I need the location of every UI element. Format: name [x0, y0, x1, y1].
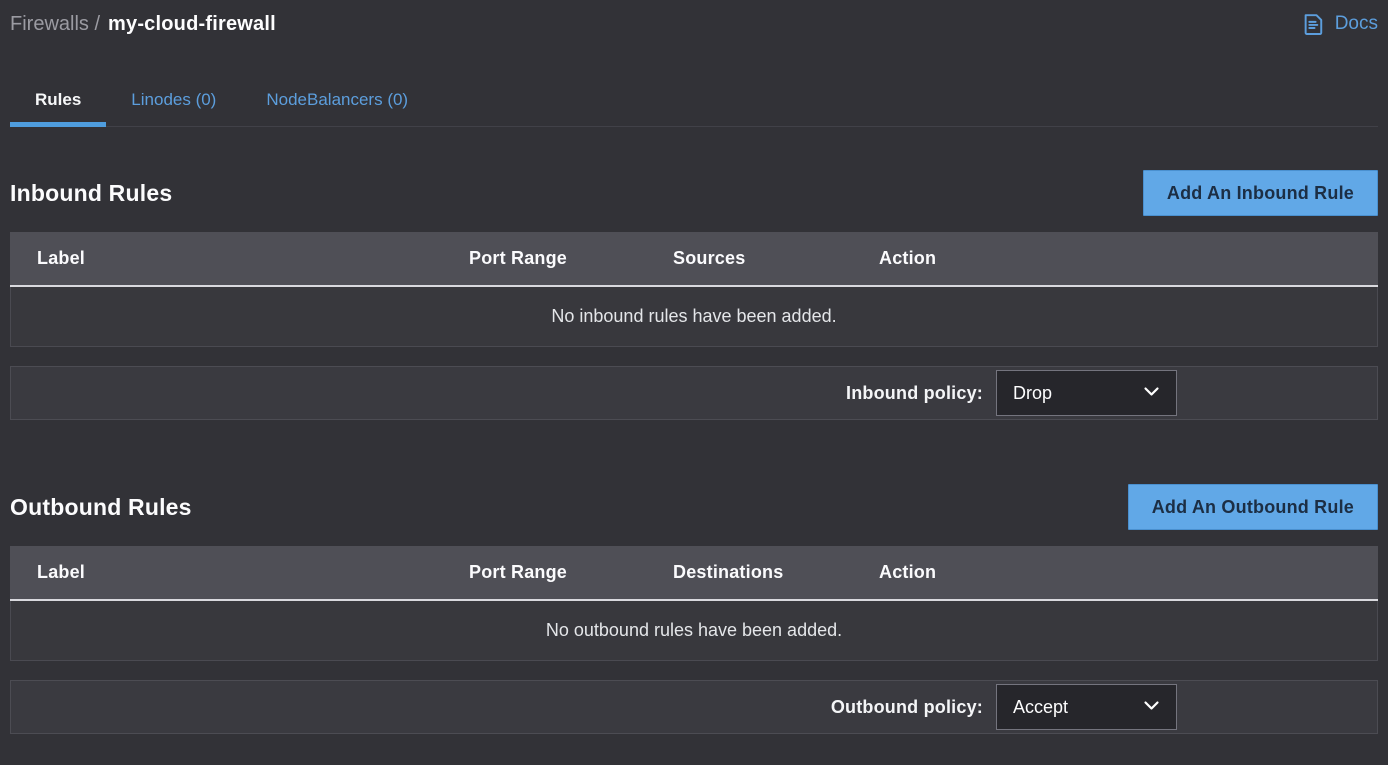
outbound-policy-row: Outbound policy: Accept [10, 680, 1378, 734]
outbound-policy-select[interactable]: Accept [996, 684, 1177, 730]
outbound-empty-message: No outbound rules have been added. [546, 620, 842, 641]
outbound-policy-label: Outbound policy: [831, 697, 983, 718]
chevron-down-icon[interactable] [1143, 698, 1160, 716]
inbound-policy-value: Drop [1013, 383, 1052, 404]
chevron-down-icon[interactable] [1143, 384, 1160, 402]
top-bar: Firewalls / my-cloud-firewall Docs [10, 0, 1378, 38]
tab-nodebalancers[interactable]: NodeBalancers (0) [241, 89, 433, 126]
inbound-rules-table: Label Port Range Sources Action No inbou… [10, 232, 1378, 347]
outbound-policy-value: Accept [1013, 697, 1068, 718]
outbound-rules-title: Outbound Rules [10, 494, 192, 521]
column-header-port-range: Port Range [469, 562, 673, 583]
breadcrumb-firewalls-link[interactable]: Firewalls / [10, 10, 100, 38]
inbound-rules-title: Inbound Rules [10, 180, 172, 207]
add-inbound-rule-button[interactable]: Add An Inbound Rule [1143, 170, 1378, 216]
breadcrumb-current-firewall: my-cloud-firewall [108, 10, 276, 38]
tab-bar: Rules Linodes (0) NodeBalancers (0) [10, 89, 1378, 127]
column-header-port-range: Port Range [469, 248, 673, 269]
firewall-detail-page: Firewalls / my-cloud-firewall Docs Rules… [0, 0, 1388, 765]
outbound-empty-row: No outbound rules have been added. [10, 601, 1378, 661]
inbound-policy-label: Inbound policy: [846, 383, 983, 404]
outbound-rules-table: Label Port Range Destinations Action No … [10, 546, 1378, 661]
inbound-table-header: Label Port Range Sources Action [10, 232, 1378, 287]
column-header-action: Action [879, 562, 1378, 583]
outbound-table-header: Label Port Range Destinations Action [10, 546, 1378, 601]
column-header-label: Label [37, 248, 469, 269]
inbound-empty-row: No inbound rules have been added. [10, 287, 1378, 347]
column-header-action: Action [879, 248, 1378, 269]
docs-link[interactable]: Docs [1300, 10, 1378, 38]
outbound-section-header: Outbound Rules Add An Outbound Rule [10, 484, 1378, 530]
column-header-label: Label [37, 562, 469, 583]
tab-rules[interactable]: Rules [10, 89, 106, 127]
tab-linodes[interactable]: Linodes (0) [106, 89, 241, 126]
document-icon[interactable] [1300, 11, 1326, 38]
inbound-empty-message: No inbound rules have been added. [551, 306, 836, 327]
inbound-policy-row: Inbound policy: Drop [10, 366, 1378, 420]
column-header-sources: Sources [673, 248, 879, 269]
docs-link-label[interactable]: Docs [1335, 10, 1378, 38]
add-outbound-rule-button[interactable]: Add An Outbound Rule [1128, 484, 1378, 530]
breadcrumb: Firewalls / my-cloud-firewall [10, 10, 276, 38]
inbound-section-header: Inbound Rules Add An Inbound Rule [10, 170, 1378, 216]
inbound-policy-select[interactable]: Drop [996, 370, 1177, 416]
column-header-destinations: Destinations [673, 562, 879, 583]
